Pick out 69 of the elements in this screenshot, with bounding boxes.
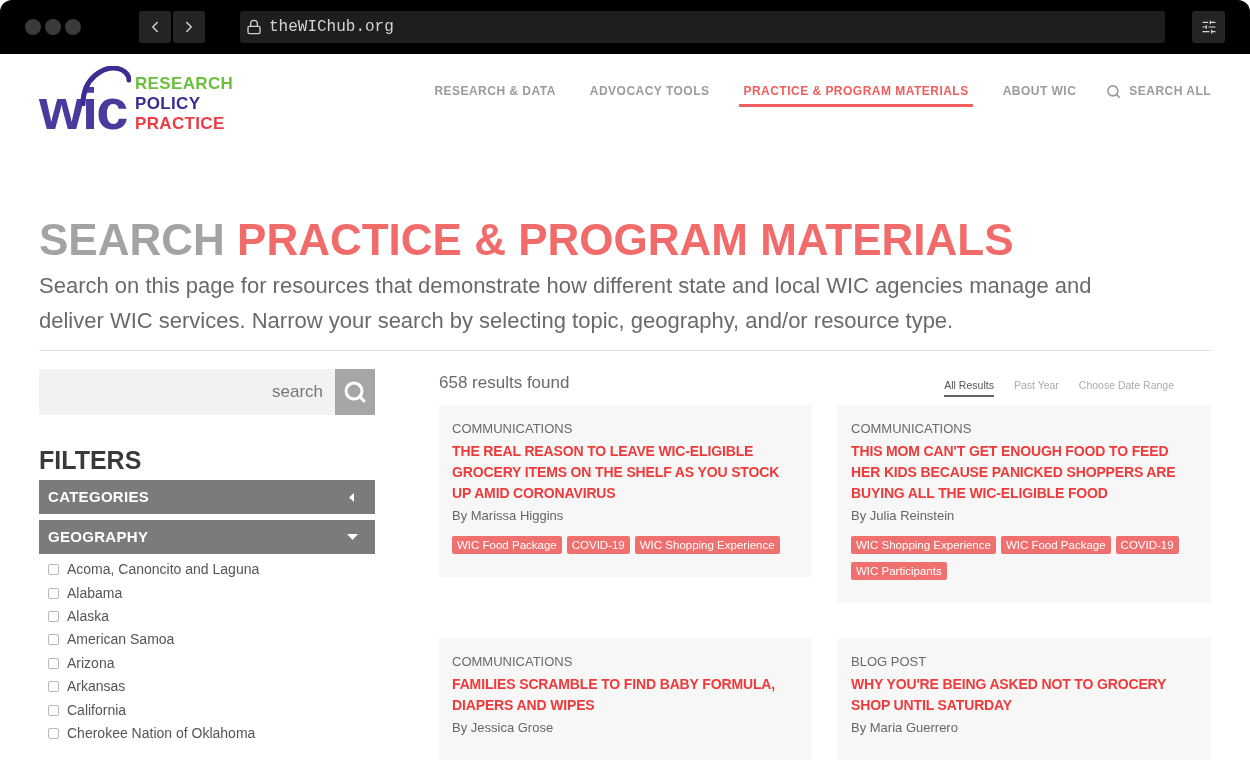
author-text: By Maria Guerrero <box>851 719 959 737</box>
url-text: theWIChub.org <box>269 17 394 38</box>
category-label: COMMUNICATIONS <box>851 421 973 437</box>
nav-link[interactable]: RESEARCH & DATA <box>430 82 560 107</box>
article-title-link[interactable]: FAMILIES SCRAMBLE TO FIND BABY FORMULA, DIAPERS AND WIPES <box>452 674 799 716</box>
checkbox-label: Alabama <box>67 583 123 603</box>
search-icon <box>343 380 367 404</box>
topic-tag[interactable]: WIC Participants <box>851 562 947 580</box>
filter-group-header[interactable]: CATEGORIES <box>39 480 375 514</box>
author-text: By Jessica Grose <box>452 719 555 737</box>
date-filter-tab[interactable]: Past Year <box>1013 378 1059 397</box>
address-bar[interactable]: theWIChub.org <box>240 11 1165 43</box>
topic-tag[interactable]: COVID-19 <box>1115 536 1179 554</box>
search-icon <box>1106 83 1122 99</box>
window-control-button[interactable] <box>65 19 81 35</box>
checkbox-label: Arizona <box>67 653 115 673</box>
date-filter-tab[interactable]: All Results <box>944 378 994 397</box>
page-heading: SEARCH PRACTICE & PROGRAM MATERIALS <box>39 214 1015 266</box>
results-count: 658 results found <box>439 372 570 394</box>
checkbox-label: Arkansas <box>67 677 126 697</box>
category-label: COMMUNICATIONS <box>452 654 574 670</box>
checkbox[interactable] <box>48 610 59 622</box>
logo-text: PRACTICE <box>135 114 226 134</box>
article-title-link[interactable]: THE REAL REASON TO LEAVE WIC-ELIGIBLE GROCERY ITEMS ON THE SHELF AS YOU STOCK UP AMID CORONAVIRUS <box>452 441 799 504</box>
checkbox-label: California <box>67 700 127 720</box>
lock-icon <box>246 19 262 35</box>
forward-button[interactable] <box>173 11 205 43</box>
category-label: BLOG POST <box>851 654 928 670</box>
checkbox[interactable] <box>48 657 59 669</box>
author-text: By Julia Reinstein <box>851 507 956 525</box>
logo-mark: wic <box>39 66 131 138</box>
checkbox-label: Cherokee Nation of Oklahoma <box>67 723 256 743</box>
category-label: COMMUNICATIONS <box>452 421 574 437</box>
checkbox[interactable] <box>48 634 59 646</box>
checkbox[interactable] <box>48 564 59 576</box>
search-field[interactable]: search <box>39 369 335 415</box>
nav-link[interactable]: PRACTICE & PROGRAM MATERIALS <box>739 82 973 107</box>
settings-button[interactable] <box>1192 11 1225 43</box>
checkbox[interactable] <box>48 587 59 599</box>
window-control-button[interactable] <box>25 19 41 35</box>
checkbox[interactable] <box>48 727 59 739</box>
filters-heading: FILTERS <box>39 445 143 475</box>
search-all-button[interactable]: SEARCH ALL <box>1106 82 1211 107</box>
topic-tag[interactable]: WIC Shopping Experience <box>851 536 996 554</box>
page-description: Search on this page for resources that demonstrate how different state and local WIC agencies manage and deliver WIC services. Narrow your search by selecting topic, geography, and/or resource type. <box>39 272 1093 335</box>
back-button[interactable] <box>139 11 171 43</box>
logo-text: POLICY <box>135 94 202 114</box>
checkbox-label: American Samoa <box>67 630 175 650</box>
nav-link[interactable]: ADVOCACY TOOLS <box>585 82 714 107</box>
checkbox-label: Acoma, Canoncito and Laguna <box>67 560 260 580</box>
filter-group-header[interactable]: GEOGRAPHY <box>39 520 375 554</box>
logo-text: RESEARCH <box>135 74 234 94</box>
sliders-icon <box>1200 19 1217 35</box>
article-title-link[interactable]: WHY YOU'RE BEING ASKED NOT TO GROCERY SHOP UNTIL SATURDAY <box>851 674 1198 716</box>
search-button[interactable] <box>335 369 375 415</box>
topic-tag[interactable]: WIC Food Package <box>1000 536 1111 554</box>
topic-tag[interactable]: WIC Shopping Experience <box>634 536 780 554</box>
checkbox[interactable] <box>48 704 59 716</box>
checkbox-label: Alaska <box>67 606 110 626</box>
article-title-link[interactable]: THIS MOM CAN'T GET ENOUGH FOOD TO FEED HER KIDS BECAUSE PANICKED SHOPPERS ARE BUYING ALL THE WIC-ELIGIBLE FOOD <box>851 441 1198 504</box>
topic-tag[interactable]: WIC Food Package <box>452 536 562 554</box>
checkbox[interactable] <box>48 681 59 693</box>
caret-left-icon <box>349 492 354 502</box>
author-text: By Marissa Higgins <box>452 507 565 525</box>
nav-link[interactable]: ABOUT WIC <box>998 82 1081 107</box>
topic-tag[interactable]: COVID-19 <box>566 536 630 554</box>
window-control-button[interactable] <box>45 19 61 35</box>
date-filter-tab[interactable]: Choose Date Range <box>1078 378 1174 397</box>
caret-down-icon <box>347 534 358 540</box>
